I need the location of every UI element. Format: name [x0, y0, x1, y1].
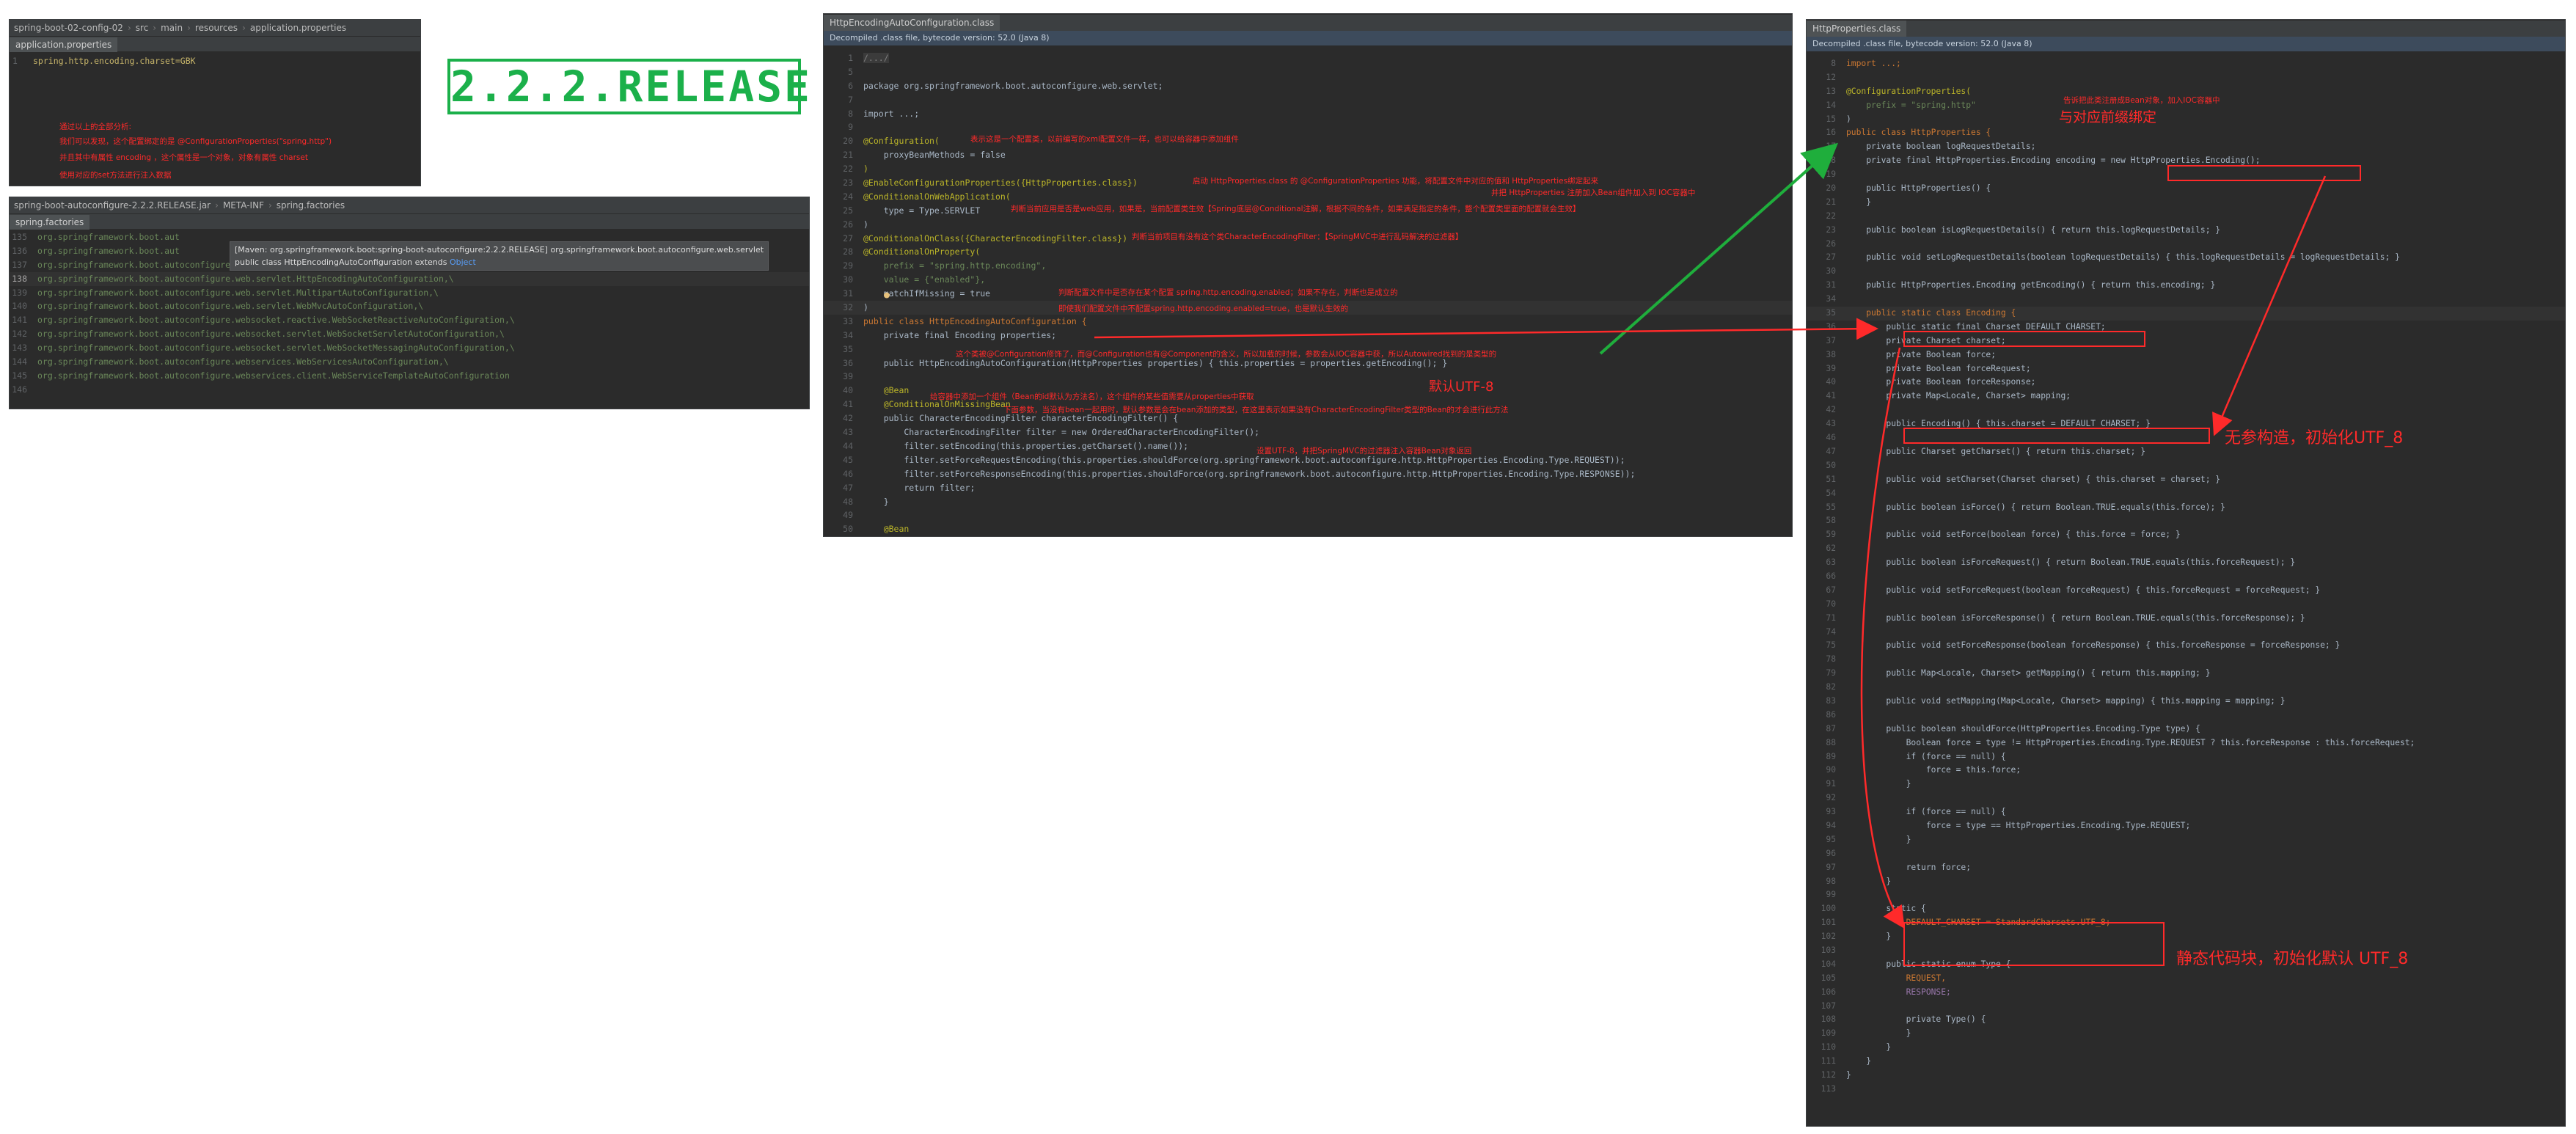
- arrow-red-to-constructor: [2212, 175, 2327, 436]
- arrow-green-to-config-props: [1599, 142, 1838, 355]
- arrow-red-to-encoding-class: [1094, 318, 1878, 340]
- annotation-arrows: [1094, 142, 2327, 929]
- arrow-red-to-static-block: [1860, 347, 1905, 929]
